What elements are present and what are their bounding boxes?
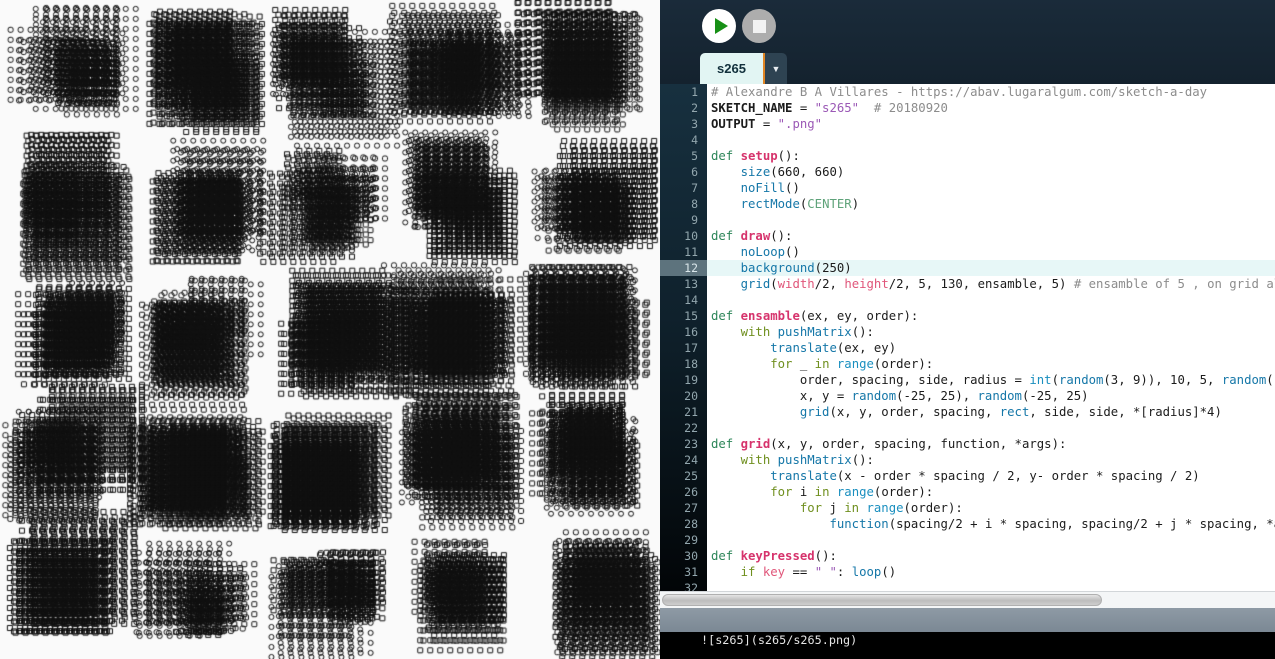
line-number: 9 xyxy=(660,212,707,228)
code-line[interactable]: def setup(): xyxy=(707,148,1275,164)
chevron-down-icon: ▼ xyxy=(771,64,780,74)
code-line[interactable]: def ensamble(ex, ey, order): xyxy=(707,308,1275,324)
code-line[interactable]: def draw(): xyxy=(707,228,1275,244)
stop-icon xyxy=(753,20,766,33)
line-number: 31 xyxy=(660,564,707,580)
sketch-canvas xyxy=(0,0,660,659)
code-line[interactable]: grid(x, y, order, spacing, rect, side, s… xyxy=(707,404,1275,420)
code-line[interactable] xyxy=(707,580,1275,591)
tab-strip: s265 ▼ xyxy=(700,53,787,84)
code-editor[interactable]: 1234567891011121314151617181920212223242… xyxy=(660,84,1275,591)
code-line[interactable]: with pushMatrix(): xyxy=(707,452,1275,468)
line-number: 10 xyxy=(660,228,707,244)
run-button[interactable] xyxy=(702,9,736,43)
line-number: 3 xyxy=(660,116,707,132)
play-icon xyxy=(715,18,728,34)
code-line[interactable]: function(spacing/2 + i * spacing, spacin… xyxy=(707,516,1275,532)
code-text-area[interactable]: # Alexandre B A Villares - https://abav.… xyxy=(707,84,1275,591)
code-line[interactable] xyxy=(707,212,1275,228)
code-line[interactable]: for j in range(order): xyxy=(707,500,1275,516)
tab-label: s265 xyxy=(717,61,746,76)
line-number: 27 xyxy=(660,500,707,516)
horizontal-scrollbar-thumb[interactable] xyxy=(662,594,1102,606)
console-line xyxy=(701,648,1275,659)
code-line[interactable] xyxy=(707,292,1275,308)
line-number-gutter: 1234567891011121314151617181920212223242… xyxy=(660,84,707,591)
line-number: 17 xyxy=(660,340,707,356)
code-line[interactable]: grid(width/2, height/2, 5, 130, ensamble… xyxy=(707,276,1275,292)
code-line[interactable]: background(250) xyxy=(707,260,1275,276)
line-number: 21 xyxy=(660,404,707,420)
code-line[interactable]: size(660, 660) xyxy=(707,164,1275,180)
code-line[interactable]: with pushMatrix(): xyxy=(707,324,1275,340)
line-number: 13 xyxy=(660,276,707,292)
code-line[interactable] xyxy=(707,132,1275,148)
line-number: 26 xyxy=(660,484,707,500)
code-line[interactable]: for _ in range(order): xyxy=(707,356,1275,372)
line-number: 15 xyxy=(660,308,707,324)
code-line[interactable]: noLoop() xyxy=(707,244,1275,260)
editor-panel: s265 ▼ 123456789101112131415161718192021… xyxy=(660,0,1275,659)
code-line[interactable]: SKETCH_NAME = "s265" # 20180920 xyxy=(707,100,1275,116)
line-number: 18 xyxy=(660,356,707,372)
line-number: 16 xyxy=(660,324,707,340)
code-line[interactable]: x, y = random(-25, 25), random(-25, 25) xyxy=(707,388,1275,404)
sketch-preview-panel xyxy=(0,0,660,659)
line-number: 20 xyxy=(660,388,707,404)
line-number: 29 xyxy=(660,532,707,548)
line-number: 2 xyxy=(660,100,707,116)
console-line: ![s265](s265/s265.png) xyxy=(701,632,1275,648)
line-number: 5 xyxy=(660,148,707,164)
code-line[interactable]: translate(x - order * spacing / 2, y- or… xyxy=(707,468,1275,484)
code-line[interactable]: # Alexandre B A Villares - https://abav.… xyxy=(707,84,1275,100)
line-number: 6 xyxy=(660,164,707,180)
editor-toolbar: s265 ▼ xyxy=(660,0,1275,84)
panel-splitter[interactable] xyxy=(660,608,1275,632)
code-line[interactable]: def keyPressed(): xyxy=(707,548,1275,564)
stop-button[interactable] xyxy=(742,9,776,43)
line-number: 8 xyxy=(660,196,707,212)
tab-dropdown-button[interactable]: ▼ xyxy=(765,53,787,84)
code-line[interactable] xyxy=(707,532,1275,548)
tab-s265[interactable]: s265 xyxy=(700,53,765,84)
line-number: 7 xyxy=(660,180,707,196)
line-number: 22 xyxy=(660,420,707,436)
code-line[interactable]: order, spacing, side, radius = int(rando… xyxy=(707,372,1275,388)
code-line[interactable]: translate(ex, ey) xyxy=(707,340,1275,356)
console-output: ![s265](s265/s265.png) xyxy=(660,632,1275,659)
code-line[interactable]: noFill() xyxy=(707,180,1275,196)
line-number: 23 xyxy=(660,436,707,452)
line-number: 12 xyxy=(660,260,707,276)
code-line[interactable] xyxy=(707,420,1275,436)
app-window: s265 ▼ 123456789101112131415161718192021… xyxy=(0,0,1275,659)
line-number: 1 xyxy=(660,84,707,100)
line-number: 32 xyxy=(660,580,707,591)
line-number: 28 xyxy=(660,516,707,532)
line-number: 30 xyxy=(660,548,707,564)
line-number: 19 xyxy=(660,372,707,388)
line-number: 4 xyxy=(660,132,707,148)
line-number: 11 xyxy=(660,244,707,260)
horizontal-scrollbar[interactable] xyxy=(660,591,1275,608)
line-number: 14 xyxy=(660,292,707,308)
line-number: 24 xyxy=(660,452,707,468)
code-line[interactable]: def grid(x, y, order, spacing, function,… xyxy=(707,436,1275,452)
code-line[interactable]: if key == " ": loop() xyxy=(707,564,1275,580)
line-number: 25 xyxy=(660,468,707,484)
code-line[interactable]: for i in range(order): xyxy=(707,484,1275,500)
code-line[interactable]: rectMode(CENTER) xyxy=(707,196,1275,212)
code-line[interactable]: OUTPUT = ".png" xyxy=(707,116,1275,132)
